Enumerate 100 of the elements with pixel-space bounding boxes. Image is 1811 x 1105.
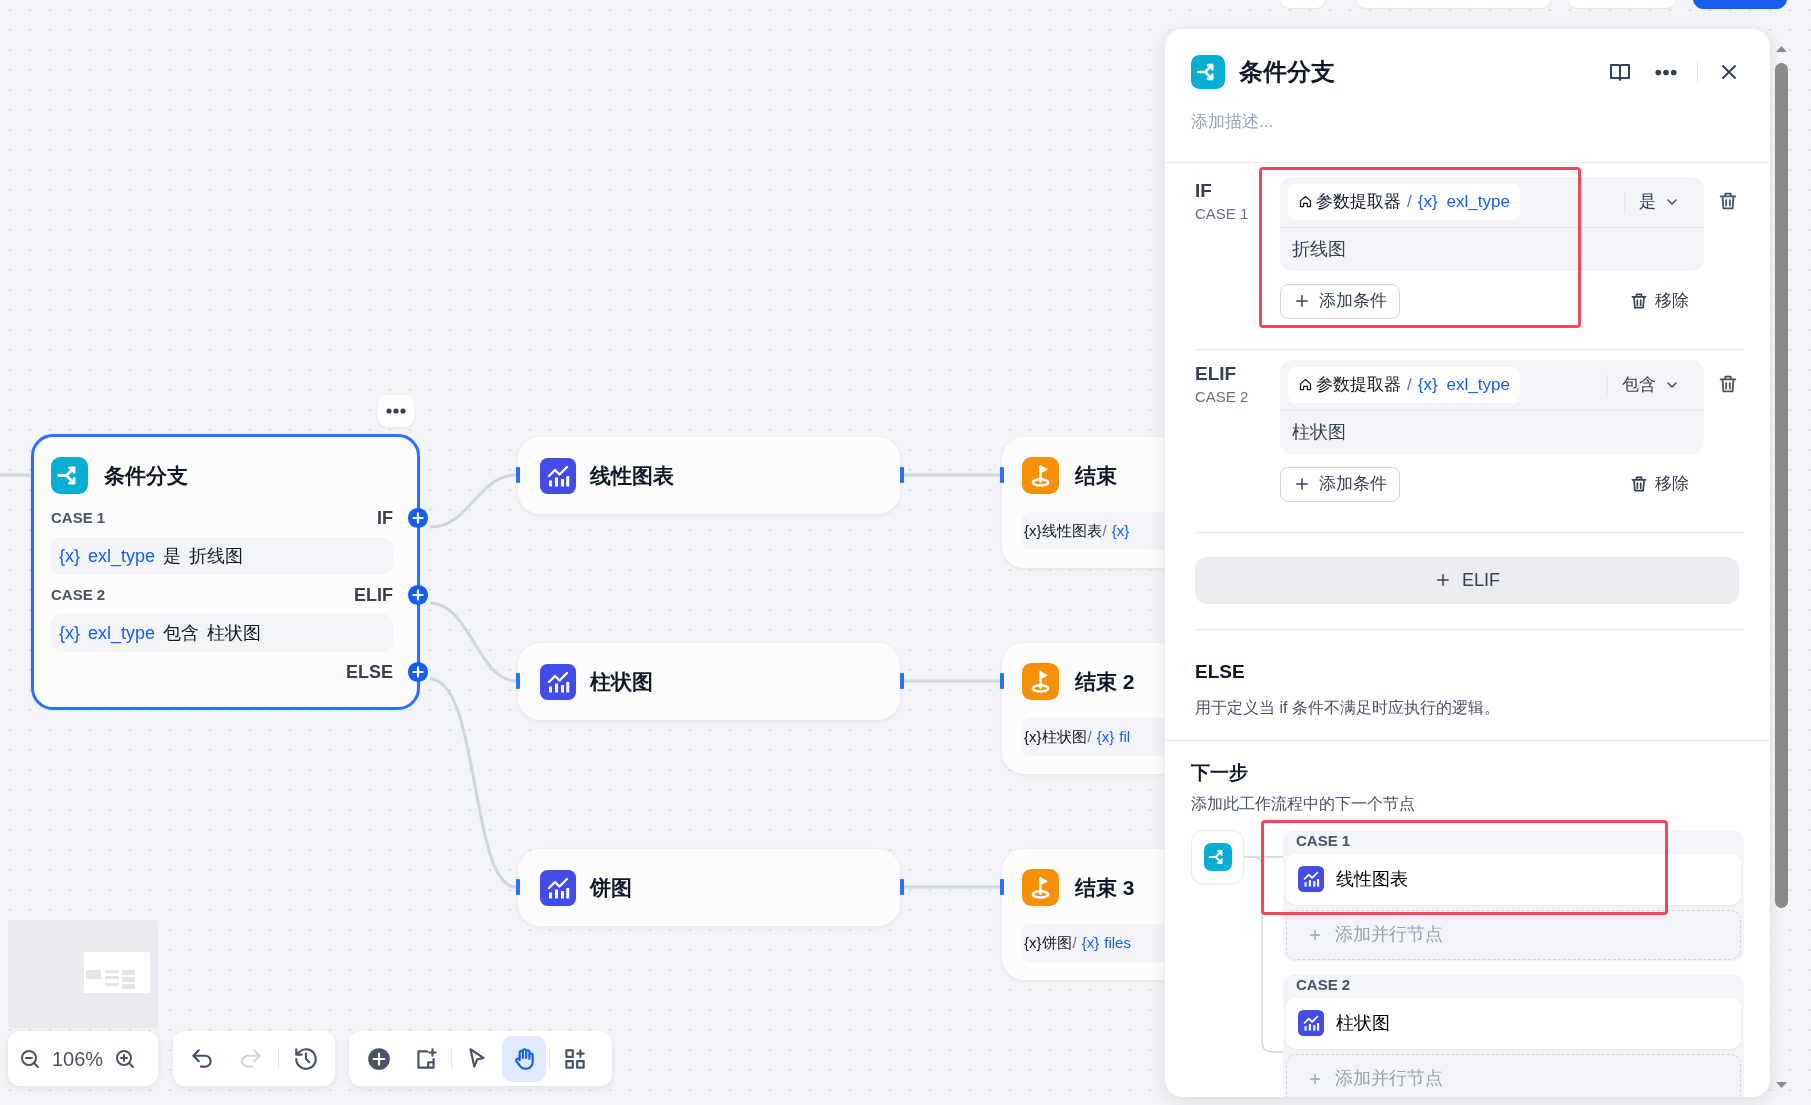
case-label: CASE 1 <box>1195 203 1250 224</box>
minimap-drawing <box>84 952 150 993</box>
separator: / <box>1407 373 1412 396</box>
variable-name: exl_type <box>1446 373 1510 396</box>
handle-mark[interactable] <box>900 467 904 483</box>
node-title: 条件分支 <box>104 462 188 489</box>
variable-mark: {x} <box>1024 520 1042 541</box>
operator-select[interactable]: 包含 <box>1607 373 1686 396</box>
variable-mark: {x} <box>1417 190 1438 213</box>
handle-mark[interactable] <box>516 467 520 483</box>
variable-mark: {x} <box>1024 932 1042 953</box>
source-name: 参数提取器 <box>1316 190 1401 213</box>
add-node-icon <box>366 1045 392 1072</box>
zoom-level: 106% <box>52 1046 104 1072</box>
next-node-item[interactable]: 线性图表 <box>1286 853 1741 905</box>
variable-name: files <box>1104 932 1131 953</box>
handle-mark[interactable] <box>1000 879 1004 895</box>
value-field[interactable]: 折线图 <box>1280 227 1704 271</box>
branch-label: IF <box>377 506 393 530</box>
more-button[interactable] <box>378 395 414 427</box>
branch-icon <box>1203 842 1232 871</box>
plus-icon <box>1434 571 1452 589</box>
add-handle-icon[interactable] <box>407 507 429 529</box>
plus-icon <box>1293 475 1311 493</box>
chart-icon <box>1298 1010 1324 1036</box>
value-text: 折线图 <box>189 544 244 568</box>
source-name: 饼图 <box>1041 932 1072 953</box>
operator-text: 是 <box>163 544 182 568</box>
connection-line <box>0 473 31 477</box>
node-title: 结束 3 <box>1075 874 1135 901</box>
add-condition-button[interactable]: 添加条件 <box>1280 466 1400 502</box>
add-handle-icon[interactable] <box>407 584 429 606</box>
chart-icon <box>1298 866 1324 892</box>
variable-mark: {x} <box>59 621 81 645</box>
more-icon <box>1655 68 1677 76</box>
section-title: ELSE <box>1195 659 1246 684</box>
next-node-item[interactable]: 柱状图 <box>1286 997 1741 1049</box>
chart-icon <box>540 869 576 906</box>
end-node[interactable]: 结束 {x}线性图表/ {x} <box>1002 437 1165 568</box>
handle-mark[interactable] <box>900 673 904 689</box>
chart-node[interactable]: 柱状图 <box>518 643 900 720</box>
handle-mark[interactable] <box>516 879 520 895</box>
variable-mark: {x} <box>1024 726 1042 747</box>
node-title: 结束 2 <box>1075 668 1135 695</box>
node-title: 柱状图 <box>590 668 653 695</box>
end-node[interactable]: 结束 3 {x}饼图/ {x} files <box>1002 849 1165 980</box>
case-label: CASE 1 <box>1295 831 1352 852</box>
hand-button[interactable] <box>502 1035 546 1082</box>
handle-mark[interactable] <box>1000 673 1004 689</box>
separator: / <box>1072 932 1077 953</box>
condition-node[interactable]: 条件分支 CASE 1 IF {x} exl_type 是 折线图 CASE 2 ELIF {x} exl_type 包含 柱状图 ELSE <box>31 434 420 710</box>
add-elif-button[interactable]: ELIF <box>1195 556 1739 604</box>
branch-icon <box>1191 55 1225 89</box>
home-icon <box>1298 194 1313 209</box>
plus-icon <box>1293 292 1311 310</box>
chart-node[interactable]: 饼图 <box>518 849 900 926</box>
variable-mark: {x} <box>1081 932 1100 953</box>
node-title: 线性图表 <box>590 462 674 489</box>
chart-icon <box>540 457 576 494</box>
panel-title: 条件分支 <box>1239 57 1335 87</box>
source-name: 柱状图 <box>1041 726 1087 747</box>
separator: / <box>1102 520 1107 541</box>
handle-mark[interactable] <box>900 879 904 895</box>
variable-mark: {x} <box>59 544 81 568</box>
case-label: CASE 2 <box>1295 975 1352 996</box>
trash-icon <box>1629 474 1649 494</box>
trash-icon <box>1629 291 1649 311</box>
branch-label: ELIF <box>1195 361 1238 386</box>
section-description: 用于定义当 if 条件不满足时应执行的逻辑。 <box>1195 698 1501 718</box>
section-description: 添加此工作流程中的下一个节点 <box>1191 793 1416 814</box>
end-node[interactable]: 结束 2 {x}柱状图/ {x} fil <box>1002 643 1165 774</box>
separator: / <box>1407 190 1412 213</box>
handle-mark[interactable] <box>516 673 520 689</box>
flag-icon <box>1022 869 1059 906</box>
separator: / <box>1087 726 1092 747</box>
remove-button[interactable]: 移除 <box>1629 471 1689 497</box>
branch-label: IF <box>1195 178 1213 203</box>
flag-icon <box>1022 457 1059 494</box>
chart-icon <box>540 663 576 700</box>
value-text: 柱状图 <box>207 621 262 645</box>
flag-icon <box>1022 663 1059 700</box>
variable-mark: {x} <box>1417 373 1438 396</box>
operator-text: 包含 <box>163 621 200 645</box>
branch-label: ELSE <box>346 660 393 684</box>
handle-mark[interactable] <box>1000 467 1004 483</box>
add-condition-button[interactable]: 添加条件 <box>1280 283 1400 319</box>
value-field[interactable]: 柱状图 <box>1280 410 1704 454</box>
remove-button[interactable]: 移除 <box>1629 288 1689 314</box>
add-handle-icon[interactable] <box>407 661 429 683</box>
case-label: CASE 2 <box>51 584 106 605</box>
source-name: 参数提取器 <box>1316 373 1401 396</box>
branch-icon <box>51 457 88 494</box>
variable-chip[interactable]: 参数提取器 / {x} exl_type <box>1288 366 1520 403</box>
variable-chip[interactable]: 参数提取器 / {x} exl_type <box>1288 183 1520 220</box>
chart-node[interactable]: 线性图表 <box>518 437 900 514</box>
variable-name: exl_type <box>88 621 156 646</box>
case-label: CASE 2 <box>1195 386 1250 407</box>
variable-name: fil <box>1119 726 1131 747</box>
branch-label: ELIF <box>354 583 393 607</box>
operator-select[interactable]: 是 <box>1624 190 1686 213</box>
